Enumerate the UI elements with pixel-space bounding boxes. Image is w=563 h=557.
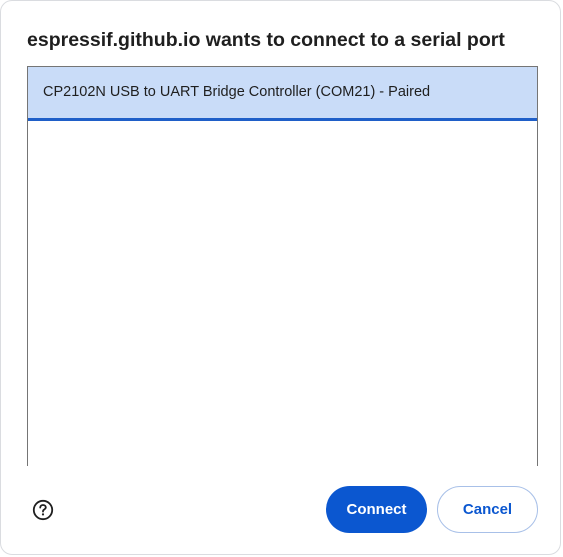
serial-port-list[interactable]: CP2102N USB to UART Bridge Controller (C… bbox=[27, 66, 538, 466]
serial-port-dialog: espressif.github.io wants to connect to … bbox=[0, 0, 561, 555]
port-item-label: CP2102N USB to UART Bridge Controller (C… bbox=[43, 84, 431, 100]
cancel-button[interactable]: Cancel bbox=[437, 486, 538, 533]
help-circle-icon[interactable] bbox=[32, 499, 54, 521]
port-list-item[interactable]: CP2102N USB to UART Bridge Controller (C… bbox=[28, 67, 537, 121]
connect-button[interactable]: Connect bbox=[326, 486, 427, 533]
dialog-title: espressif.github.io wants to connect to … bbox=[27, 29, 505, 51]
